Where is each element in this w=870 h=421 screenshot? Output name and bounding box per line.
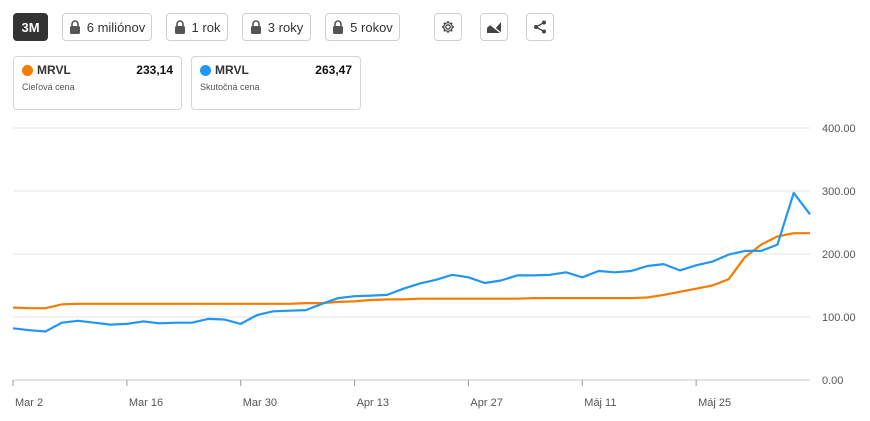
x-tick-label: Mar 30	[243, 397, 277, 409]
lock-icon	[333, 20, 344, 34]
settings-button[interactable]	[434, 13, 462, 41]
range-1y-label: 1 rok	[191, 19, 221, 35]
actual-price-line	[12, 191, 811, 333]
x-tick-label: Mar 2	[15, 397, 43, 409]
share-button[interactable]	[526, 13, 554, 41]
y-tick-label: 300.00	[822, 186, 856, 198]
range-3y-label: 3 roky	[267, 19, 304, 35]
legend-target-price: MRVL 233,14 Cieľová cena	[13, 56, 182, 110]
target-symbol: MRVL	[37, 63, 71, 77]
x-tick-label: Mar 16	[129, 397, 163, 409]
range-5y-label: 5 rokov	[350, 19, 393, 35]
y-tick-label: 400.00	[822, 123, 856, 135]
y-axis: 400.00 300.00 200.00 100.00 0.00	[822, 123, 856, 387]
range-3m-button[interactable]: 3M	[13, 13, 48, 41]
y-tick-label: 100.00	[822, 312, 856, 324]
range-6m-label: 6 miliónov	[86, 19, 146, 35]
chart-series	[12, 191, 811, 333]
range-3y-button[interactable]: 3 roky	[242, 13, 311, 41]
actual-label: Skutočná cena	[200, 82, 260, 92]
lock-icon	[174, 20, 185, 34]
range-5y-button[interactable]: 5 rokov	[325, 13, 400, 41]
target-price-line	[12, 232, 810, 310]
actual-value: 263,47	[315, 63, 352, 77]
y-tick-label: 0.00	[822, 375, 843, 387]
range-3m-label: 3M	[21, 19, 40, 35]
target-price-dot	[22, 65, 33, 76]
actual-symbol: MRVL	[215, 63, 249, 77]
y-tick-label: 200.00	[822, 249, 856, 261]
legend-actual-price: MRVL 263,47 Skutočná cena	[191, 56, 361, 110]
range-1y-button[interactable]: 1 rok	[166, 13, 228, 41]
lock-icon	[250, 20, 261, 34]
lock-icon	[69, 20, 80, 34]
target-value: 233,14	[136, 63, 173, 77]
x-tick-label: Máj 25	[698, 397, 731, 409]
toolbar: 3M 6 miliónov 1 rok 3 roky 5 rokov	[0, 0, 870, 50]
target-label: Cieľová cena	[22, 82, 75, 92]
x-tick-label: Apr 13	[357, 397, 389, 409]
price-chart: 400.00 300.00 200.00 100.00 0.00 Mar 2 Mar 16…	[12, 123, 856, 409]
chart-grid	[13, 127, 810, 381]
x-tick-label: Apr 27	[470, 397, 502, 409]
settings-icon	[442, 21, 454, 33]
actual-price-dot	[200, 65, 211, 76]
chart-type-icon	[486, 21, 502, 34]
share-icon	[534, 20, 546, 34]
range-6m-button[interactable]: 6 miliónov	[62, 13, 152, 41]
x-axis: Mar 2 Mar 16 Mar 30 Apr 13 Apr 27 Máj 11 Máj 2…	[12, 380, 731, 409]
x-tick-label: Máj 11	[584, 397, 616, 409]
chart-type-button[interactable]	[480, 13, 508, 41]
